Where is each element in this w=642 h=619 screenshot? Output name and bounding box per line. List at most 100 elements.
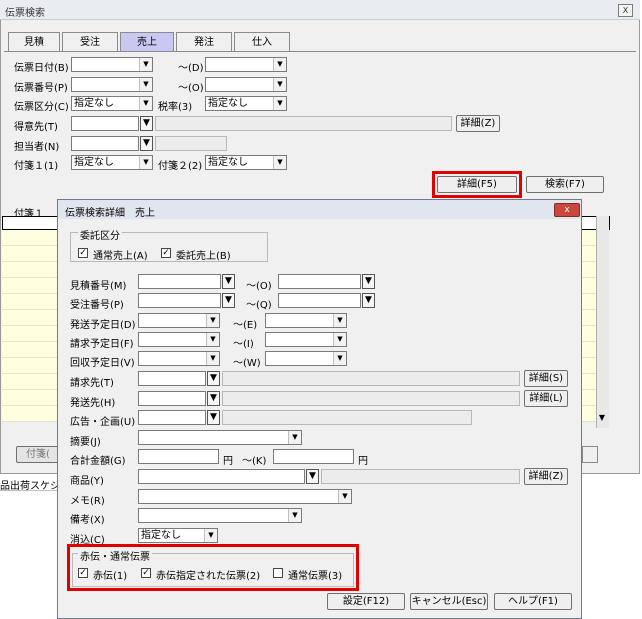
shohin-name-field [321, 469, 520, 484]
chevron-down-icon[interactable]: ▼ [273, 97, 286, 110]
scroll-down-icon[interactable]: ▼ [597, 413, 607, 425]
tab-juchu[interactable]: 受注 [62, 32, 118, 52]
hasso-name-field [222, 391, 520, 406]
number-from-input[interactable]: ▼ [71, 77, 153, 92]
juchu-from-input[interactable] [138, 293, 221, 308]
juchu-from-dropdown-icon[interactable]: ▼ [222, 293, 235, 308]
hasso-code-input[interactable] [138, 391, 206, 406]
seikyu-detail-button[interactable]: 詳細(S) [524, 370, 568, 387]
tab-hatchu[interactable]: 発注 [176, 32, 232, 52]
fusen1-select[interactable]: 指定なし ▼ [71, 155, 153, 170]
chevron-down-icon[interactable]: ▼ [206, 314, 219, 327]
fusen-bottom-button[interactable]: 付箋( [16, 446, 60, 463]
kokoku-code-input[interactable] [138, 410, 206, 425]
tanto-dropdown-icon[interactable]: ▼ [140, 136, 153, 151]
chevron-down-icon[interactable]: ▼ [139, 58, 152, 71]
chevron-down-icon[interactable]: ▼ [333, 333, 346, 346]
hasso-detail-button[interactable]: 詳細(L) [524, 390, 568, 407]
tokui-code-input[interactable] [71, 116, 139, 131]
search-f7-button[interactable]: 検索(F7) [526, 176, 604, 193]
hasso-label: 発送先(H) [70, 398, 116, 409]
mitsumori-to-dropdown-icon[interactable]: ▼ [362, 274, 375, 289]
chevron-down-icon[interactable]: ▼ [204, 529, 217, 542]
seikyu-date-from-input[interactable]: ▼ [138, 332, 220, 347]
hasso-date-range-label: 〜(E) [233, 320, 258, 331]
memo-label: メモ(R) [70, 496, 105, 507]
chevron-down-icon[interactable]: ▼ [273, 156, 286, 169]
chevron-down-icon[interactable]: ▼ [333, 314, 346, 327]
kaishu-date-from-input[interactable]: ▼ [138, 351, 220, 366]
seikyu-label: 請求先(T) [70, 378, 114, 389]
bottom-right-button[interactable] [582, 446, 598, 463]
chevron-down-icon[interactable]: ▼ [288, 431, 301, 444]
chevron-down-icon[interactable]: ▼ [139, 156, 152, 169]
mitsumori-to-input[interactable] [278, 274, 361, 289]
consign-group-label: 委託区分 [78, 227, 122, 242]
chevron-down-icon[interactable]: ▼ [288, 509, 301, 522]
chevron-down-icon[interactable]: ▼ [333, 352, 346, 365]
normal-slip-checkbox[interactable] [273, 568, 283, 578]
main-close-button[interactable]: X [618, 4, 633, 17]
hasso-date-to-input[interactable]: ▼ [265, 313, 347, 328]
number-to-input[interactable]: ▼ [205, 77, 287, 92]
fusen1-label: 付箋１(1) [14, 161, 59, 172]
consign-trust-checkbox[interactable]: ✓ [161, 248, 171, 258]
fusen2-value: 指定なし [208, 157, 248, 168]
kokoku-dropdown-icon[interactable]: ▼ [207, 410, 220, 425]
chevron-down-icon[interactable]: ▼ [139, 78, 152, 91]
memo-select[interactable]: ▼ [138, 489, 352, 504]
chevron-down-icon[interactable]: ▼ [206, 352, 219, 365]
chevron-down-icon[interactable]: ▼ [338, 490, 351, 503]
red-aka-checkbox[interactable]: ✓ [78, 568, 88, 578]
chevron-down-icon[interactable]: ▼ [273, 58, 286, 71]
biko-select[interactable]: ▼ [138, 508, 302, 523]
grid-vertical-scrollbar[interactable] [596, 216, 609, 428]
dialog-close-icon[interactable]: x [554, 203, 580, 217]
total-from-input[interactable] [138, 449, 219, 464]
total-to-input[interactable] [273, 449, 354, 464]
date-from-input[interactable]: ▼ [71, 57, 153, 72]
seikyu-code-input[interactable] [138, 371, 206, 386]
kubun-select[interactable]: 指定なし ▼ [71, 96, 153, 111]
fusen2-label: 付箋２(2) [158, 161, 203, 172]
red-shitei-checkbox[interactable]: ✓ [141, 568, 151, 578]
seikyu-date-to-input[interactable]: ▼ [265, 332, 347, 347]
hasso-dropdown-icon[interactable]: ▼ [207, 391, 220, 406]
tanto-code-input[interactable] [71, 136, 139, 151]
tab-shiire[interactable]: 仕入 [234, 32, 290, 52]
fusen2-select[interactable]: 指定なし ▼ [205, 155, 287, 170]
keshikomi-select[interactable]: 指定なし ▼ [138, 528, 218, 543]
seikyu-dropdown-icon[interactable]: ▼ [207, 371, 220, 386]
shohin-code-input[interactable] [138, 469, 305, 484]
number-range-label: 〜(O) [178, 83, 204, 94]
consign-normal-checkbox[interactable]: ✓ [78, 248, 88, 258]
shohin-detail-button[interactable]: 詳細(Z) [524, 468, 568, 485]
tax-select[interactable]: 指定なし ▼ [205, 96, 287, 111]
shohin-dropdown-icon[interactable]: ▼ [306, 469, 319, 484]
dialog-help-button[interactable]: ヘルプ(F1) [494, 593, 572, 610]
total-range-label: 〜(K) [242, 456, 267, 467]
fusen1-value: 指定なし [74, 157, 114, 168]
detail-f5-button[interactable]: 詳細(F5) [437, 176, 517, 193]
tekiyo-select[interactable]: ▼ [138, 430, 302, 445]
tab-uriage[interactable]: 売上 [120, 32, 174, 52]
mitsumori-from-input[interactable] [138, 274, 221, 289]
biko-label: 備考(X) [70, 515, 105, 526]
dialog-cancel-button[interactable]: キャンセル(Esc) [410, 593, 488, 610]
total-label: 合計金額(G) [70, 456, 126, 467]
kubun-value: 指定なし [74, 98, 114, 109]
chevron-down-icon[interactable]: ▼ [273, 78, 286, 91]
juchu-to-input[interactable] [278, 293, 361, 308]
chevron-down-icon[interactable]: ▼ [139, 97, 152, 110]
tab-mitsumori[interactable]: 見積 [8, 32, 60, 52]
mitsumori-from-dropdown-icon[interactable]: ▼ [222, 274, 235, 289]
tokui-dropdown-icon[interactable]: ▼ [140, 116, 153, 131]
juchu-to-dropdown-icon[interactable]: ▼ [362, 293, 375, 308]
chevron-down-icon[interactable]: ▼ [206, 333, 219, 346]
hasso-date-from-input[interactable]: ▼ [138, 313, 220, 328]
kaishu-date-to-input[interactable]: ▼ [265, 351, 347, 366]
mitsumori-range-label: 〜(O) [246, 281, 272, 292]
tokui-detail-button[interactable]: 詳細(Z) [456, 115, 500, 132]
dialog-ok-button[interactable]: 設定(F12) [327, 593, 405, 610]
date-to-input[interactable]: ▼ [205, 57, 287, 72]
